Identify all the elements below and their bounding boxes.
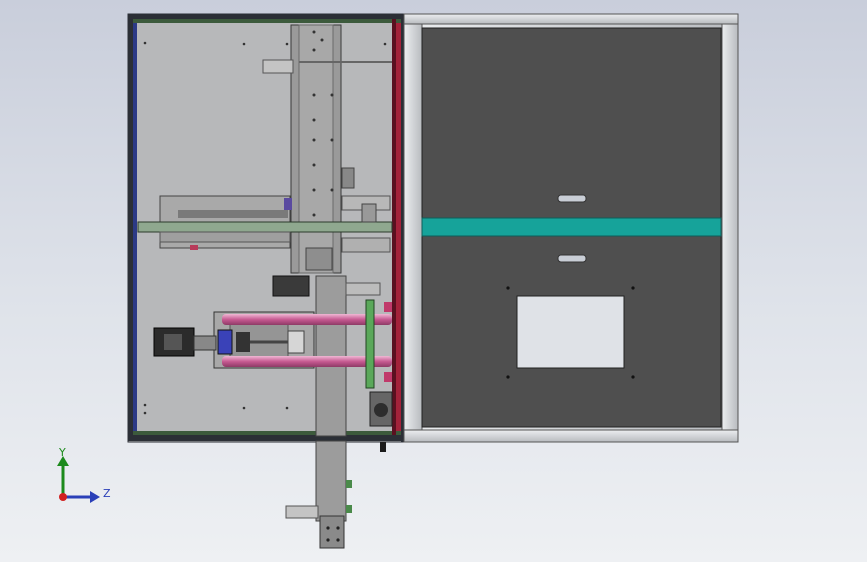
cad-drawing[interactable]: Y Z — [0, 0, 867, 562]
axis-triad: Y Z — [57, 446, 111, 503]
y-axis-label: Y — [58, 446, 66, 459]
lower-extension — [285, 440, 352, 549]
right-cabinet — [403, 13, 739, 443]
origin-icon — [59, 493, 67, 501]
z-axis-label: Z — [103, 487, 111, 500]
cad-viewport[interactable]: Y Z — [0, 0, 867, 562]
